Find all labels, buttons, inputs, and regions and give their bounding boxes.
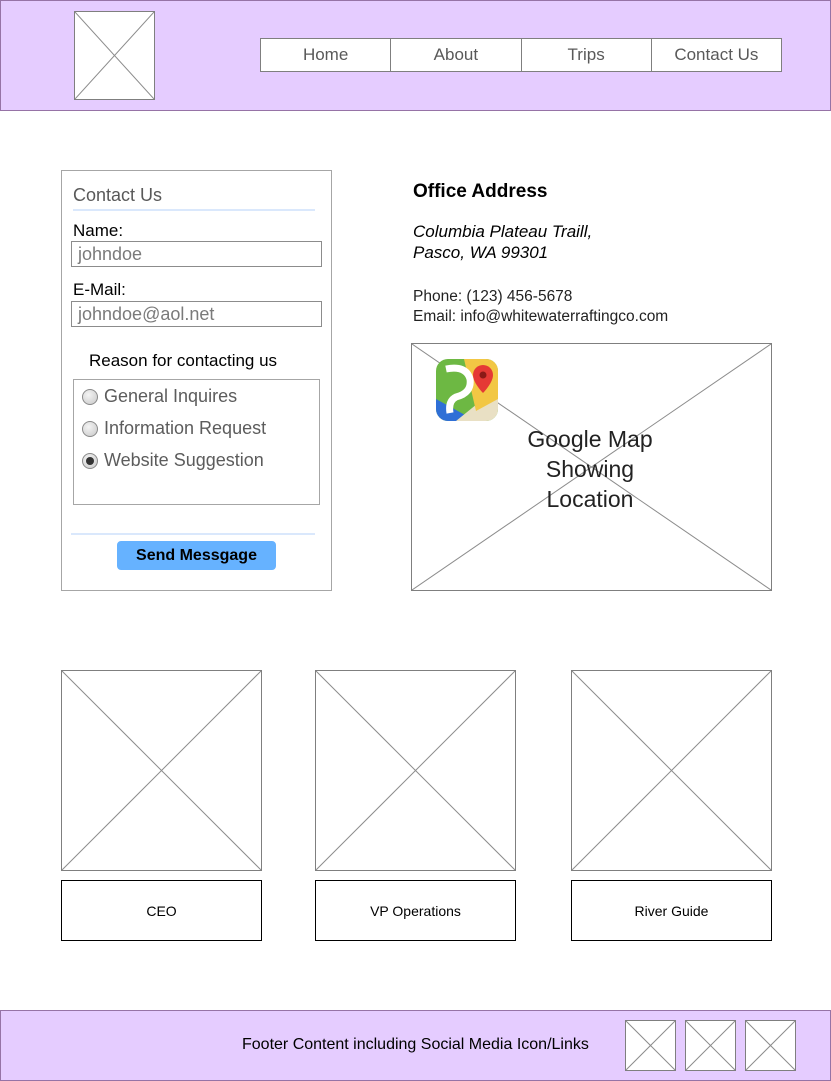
radio-button[interactable] bbox=[82, 420, 98, 437]
nav-item-about[interactable]: About bbox=[391, 39, 522, 71]
team-photo-ceo[interactable] bbox=[61, 670, 262, 871]
radio-label: General Inquires bbox=[104, 386, 238, 406]
name-label: Name: bbox=[73, 221, 124, 240]
form-title: Contact Us bbox=[73, 185, 163, 205]
radio-label: Information Request bbox=[104, 418, 267, 438]
email-input[interactable]: johndoe@aol.net bbox=[71, 301, 322, 327]
send-message-button[interactable]: Send Messgage bbox=[117, 541, 276, 570]
office-contact: Phone: (123) 456-5678 Email: info@whitew… bbox=[413, 287, 668, 327]
social-media-placeholder-icon[interactable] bbox=[625, 1020, 676, 1071]
nav-item-home[interactable]: Home bbox=[261, 39, 392, 71]
nav-item-trips[interactable]: Trips bbox=[522, 39, 652, 71]
team-role-river-guide: River Guide bbox=[571, 880, 772, 941]
office-address: Columbia Plateau Traill, Pasco, WA 99301 bbox=[413, 221, 592, 263]
map-caption-line: Google Map bbox=[527, 426, 653, 452]
nav-item-contact-us[interactable]: Contact Us bbox=[652, 39, 781, 71]
radio-general-inquires[interactable]: General Inquires bbox=[82, 386, 237, 407]
office-address-title: Office Address bbox=[413, 181, 548, 202]
main-nav: Home About Trips Contact Us bbox=[260, 38, 782, 72]
radio-button-selected[interactable] bbox=[82, 452, 98, 469]
form-title-divider bbox=[73, 209, 315, 211]
radio-information-request[interactable]: Information Request bbox=[82, 418, 266, 439]
map-caption-line: Showing bbox=[545, 456, 635, 482]
name-input[interactable]: johndoe bbox=[71, 241, 322, 267]
team-role-vp-operations: VP Operations bbox=[315, 880, 516, 941]
email-label: E-Mail: bbox=[73, 280, 126, 299]
office-phone: Phone: (123) 456-5678 bbox=[413, 288, 573, 305]
team-photo-river-guide[interactable] bbox=[571, 670, 772, 871]
address-line-1: Columbia Plateau Traill, bbox=[413, 222, 593, 241]
form-bottom-divider bbox=[71, 533, 315, 535]
logo-placeholder-icon[interactable] bbox=[74, 11, 155, 100]
address-line-2: Pasco, WA 99301 bbox=[413, 243, 549, 262]
social-media-placeholder-icon[interactable] bbox=[685, 1020, 736, 1071]
radio-button[interactable] bbox=[82, 388, 98, 405]
map-caption-line: Location bbox=[546, 486, 634, 512]
map-caption: Google Map Showing Location bbox=[490, 424, 690, 514]
google-maps-icon bbox=[436, 359, 498, 421]
social-media-placeholder-icon[interactable] bbox=[745, 1020, 796, 1071]
team-role-ceo: CEO bbox=[61, 880, 262, 941]
radio-label: Website Suggestion bbox=[104, 450, 264, 470]
radio-website-suggestion[interactable]: Website Suggestion bbox=[82, 450, 264, 471]
footer-text: Footer Content including Social Media Ic… bbox=[242, 1036, 589, 1053]
team-photo-vp-operations[interactable] bbox=[315, 670, 516, 871]
reason-label: Reason for contacting us bbox=[89, 351, 278, 370]
office-email: Email: info@whitewaterraftingco.com bbox=[413, 308, 669, 325]
